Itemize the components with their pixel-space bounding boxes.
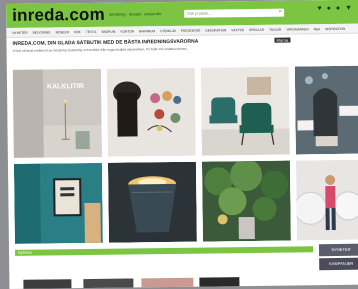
tile-image (201, 160, 291, 242)
nav-item[interactable]: INSPIRATION (325, 26, 345, 30)
nav-item[interactable]: MÖBLER (56, 30, 70, 34)
nav-item[interactable]: VARUMÄRKEN (286, 27, 308, 31)
nav-item[interactable]: SPEGLAR (249, 27, 264, 31)
search-placeholder: Sök produkt... (187, 10, 212, 16)
payment-badge: Klarna (274, 37, 291, 43)
tile-image (200, 66, 290, 156)
product-tile-kalklitir[interactable]: KALKLITIR (12, 68, 102, 158)
nav-item[interactable]: BADRUM (102, 29, 116, 33)
product-tile-armchairs[interactable] (200, 66, 290, 156)
product-tile-woman[interactable] (295, 159, 358, 241)
web-page: inreda.com inredning · design · presente… (6, 0, 358, 289)
side-button-nyheter[interactable]: NYHETER (318, 243, 358, 257)
site-tagline: inredning · design · presenter (109, 11, 162, 17)
tile-title: KALKLITIR (46, 83, 85, 91)
site-logo[interactable]: inreda.com (12, 5, 105, 26)
tile-image (106, 67, 196, 157)
nav-item[interactable]: DEKORATION (205, 28, 226, 32)
nav-item[interactable]: VÄXTER (231, 28, 244, 32)
account-icon[interactable]: ● (336, 5, 340, 13)
product-tile-birdcage[interactable] (294, 65, 358, 155)
promo-text: Vi har ett brett sortiment av inredning,… (12, 46, 188, 53)
tile-image (295, 159, 358, 241)
nav-item[interactable]: BARNRUM (139, 29, 155, 33)
user-icon[interactable]: ● (327, 5, 331, 13)
thumbnail[interactable] (199, 277, 240, 289)
header-icons: ♥ ● ● ▼ (317, 5, 352, 13)
nav-item[interactable]: PRESENTER (181, 28, 201, 32)
banner-label: Nyheter (18, 249, 33, 255)
tile-image (12, 68, 102, 158)
thumbnail[interactable] (83, 278, 134, 289)
nav-item[interactable]: TEXTIL (86, 29, 97, 33)
nav-item[interactable]: NYHETER (12, 30, 27, 34)
product-tile-frame[interactable] (13, 162, 103, 244)
cart-icon[interactable]: ▼ (345, 5, 352, 13)
nav-item[interactable]: UTEMILJÖ (160, 28, 176, 32)
nav-item[interactable]: REA (314, 27, 321, 31)
tile-image (13, 162, 103, 244)
search-input[interactable]: Sök produkt... ⌕ (184, 8, 285, 18)
nav-item[interactable]: KÖK (74, 30, 81, 34)
thumbnail[interactable] (23, 279, 72, 289)
nav-item[interactable]: KONTOR (120, 29, 134, 33)
tile-image (294, 65, 358, 155)
promo-section: INREDA.COM, DIN GLADA SÄTBUTIK MED DE BÄ… (12, 36, 356, 60)
search-icon[interactable]: ⌕ (279, 9, 282, 16)
promo-headline: INREDA.COM, DIN GLADA SÄTBUTIK MED DE BÄ… (12, 38, 199, 47)
nav-item[interactable]: TAVLOR (269, 27, 281, 31)
thumbnail[interactable] (141, 277, 194, 289)
product-tile-plants[interactable] (201, 160, 291, 242)
product-tile-candle[interactable] (107, 161, 197, 243)
nav-item[interactable]: BELYSNING (33, 30, 51, 34)
product-tile-hooks[interactable] (106, 67, 196, 157)
heart-icon[interactable]: ♥ (317, 5, 321, 13)
section-banner: Nyheter (15, 246, 314, 256)
tile-image (107, 161, 197, 243)
side-button-kampanjer[interactable]: KAMPANJER (319, 257, 358, 271)
